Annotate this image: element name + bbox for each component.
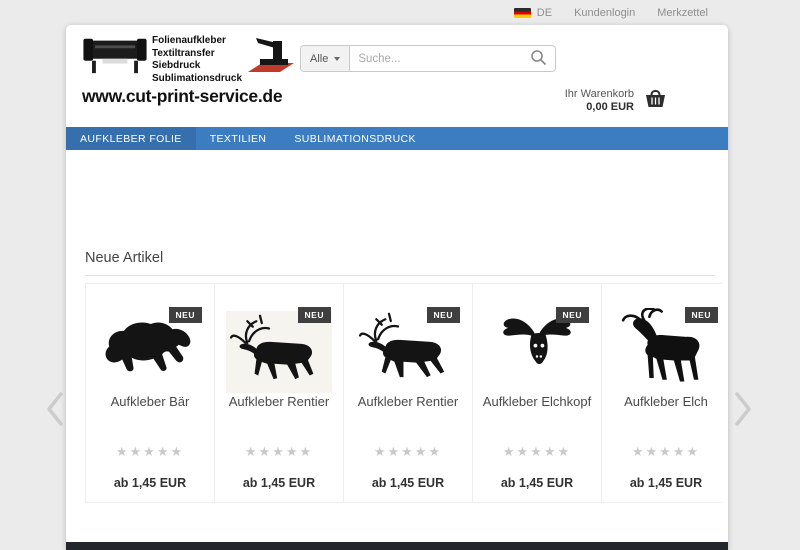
reindeer-silhouette	[226, 311, 332, 393]
vinyl-cutter-image	[82, 32, 148, 81]
product-name[interactable]: Aufkleber Rentier	[217, 394, 341, 409]
product-price: ab 1,45 EUR	[215, 476, 343, 490]
section-title: Neue Artikel	[85, 250, 163, 266]
search-filter-dropdown[interactable]: Alle	[301, 46, 350, 71]
product-name[interactable]: Aufkleber Elch	[604, 394, 722, 409]
new-products-carousel: NEU Aufkleber Bär ★★★★★ ab 1,45 EUR NEU	[85, 283, 722, 505]
product-price: ab 1,45 EUR	[473, 476, 601, 490]
german-flag-icon	[514, 8, 531, 18]
shop-logo[interactable]: Folienaufkleber Textiltransfer Siebdruck…	[82, 32, 332, 107]
topbar: DE Kundenlogin Merkzettel	[0, 0, 800, 26]
product-price: ab 1,45 EUR	[86, 476, 214, 490]
neu-badge: NEU	[685, 307, 718, 323]
product-price: ab 1,45 EUR	[344, 476, 472, 490]
neu-badge: NEU	[556, 307, 589, 323]
product-card[interactable]: NEU Aufkleber Rentier ★★★★★ a	[343, 283, 473, 503]
product-card[interactable]: NEU Aufkleber Bär ★★★★★ ab 1,45 EUR	[85, 283, 215, 503]
basket-icon	[643, 87, 668, 114]
search-filter-label: Alle	[310, 53, 328, 65]
wishlist-link[interactable]: Merkzettel	[657, 7, 708, 19]
product-name[interactable]: Aufkleber Elchkopf	[475, 394, 599, 409]
cart-label: Ihr Warenkorb	[565, 88, 634, 101]
nav-item-textilien[interactable]: TEXTILIEN	[196, 127, 281, 150]
language-label: DE	[537, 7, 552, 19]
carousel-prev-button[interactable]	[44, 390, 66, 433]
footer-bar	[66, 542, 728, 550]
nav-item-sublimationsdruck[interactable]: SUBLIMATIONSDRUCK	[280, 127, 430, 150]
product-card[interactable]: NEU Aufkleber Rentier ★★★★★ a	[214, 283, 344, 503]
neu-badge: NEU	[427, 307, 460, 323]
product-rating: ★★★★★	[344, 444, 472, 460]
heat-press-image	[246, 32, 296, 84]
neu-badge: NEU	[298, 307, 331, 323]
cart-amount: 0,00 EUR	[565, 101, 634, 114]
chevron-right-icon	[732, 415, 754, 432]
language-switcher[interactable]: DE	[514, 7, 552, 19]
chevron-down-icon	[334, 57, 340, 64]
product-rating: ★★★★★	[602, 444, 722, 460]
product-rating: ★★★★★	[473, 444, 601, 460]
search-button[interactable]	[526, 46, 555, 71]
search-bar: Alle	[300, 45, 556, 72]
reindeer-silhouette	[358, 312, 458, 393]
logo-domain-text: www.cut-print-service.de	[82, 86, 332, 107]
main-navigation: AUFKLEBER FOLIE TEXTILIEN SUBLIMATIONSDR…	[66, 127, 728, 150]
carousel-next-button[interactable]	[732, 390, 754, 433]
neu-badge: NEU	[169, 307, 202, 323]
search-input[interactable]	[350, 46, 526, 71]
section-divider	[85, 275, 715, 276]
product-card[interactable]: NEU Aufkleber Elch ★★★★★ ab 1	[601, 283, 722, 503]
product-name[interactable]: Aufkleber Bär	[88, 394, 212, 409]
cart-widget[interactable]: Ihr Warenkorb 0,00 EUR	[565, 87, 668, 114]
search-icon	[530, 49, 547, 69]
content-card: Folienaufkleber Textiltransfer Siebdruck…	[66, 25, 728, 550]
bear-silhouette	[98, 314, 202, 391]
product-rating: ★★★★★	[215, 444, 343, 460]
customer-login-link[interactable]: Kundenlogin	[574, 7, 635, 19]
product-price: ab 1,45 EUR	[602, 476, 722, 490]
chevron-left-icon	[44, 415, 66, 432]
product-rating: ★★★★★	[86, 444, 214, 460]
product-name[interactable]: Aufkleber Rentier	[346, 394, 470, 409]
product-card[interactable]: NEU Aufkleb	[472, 283, 602, 503]
logo-service-lines: Folienaufkleber Textiltransfer Siebdruck…	[152, 32, 242, 85]
nav-item-aufkleber-folie[interactable]: AUFKLEBER FOLIE	[66, 127, 196, 150]
